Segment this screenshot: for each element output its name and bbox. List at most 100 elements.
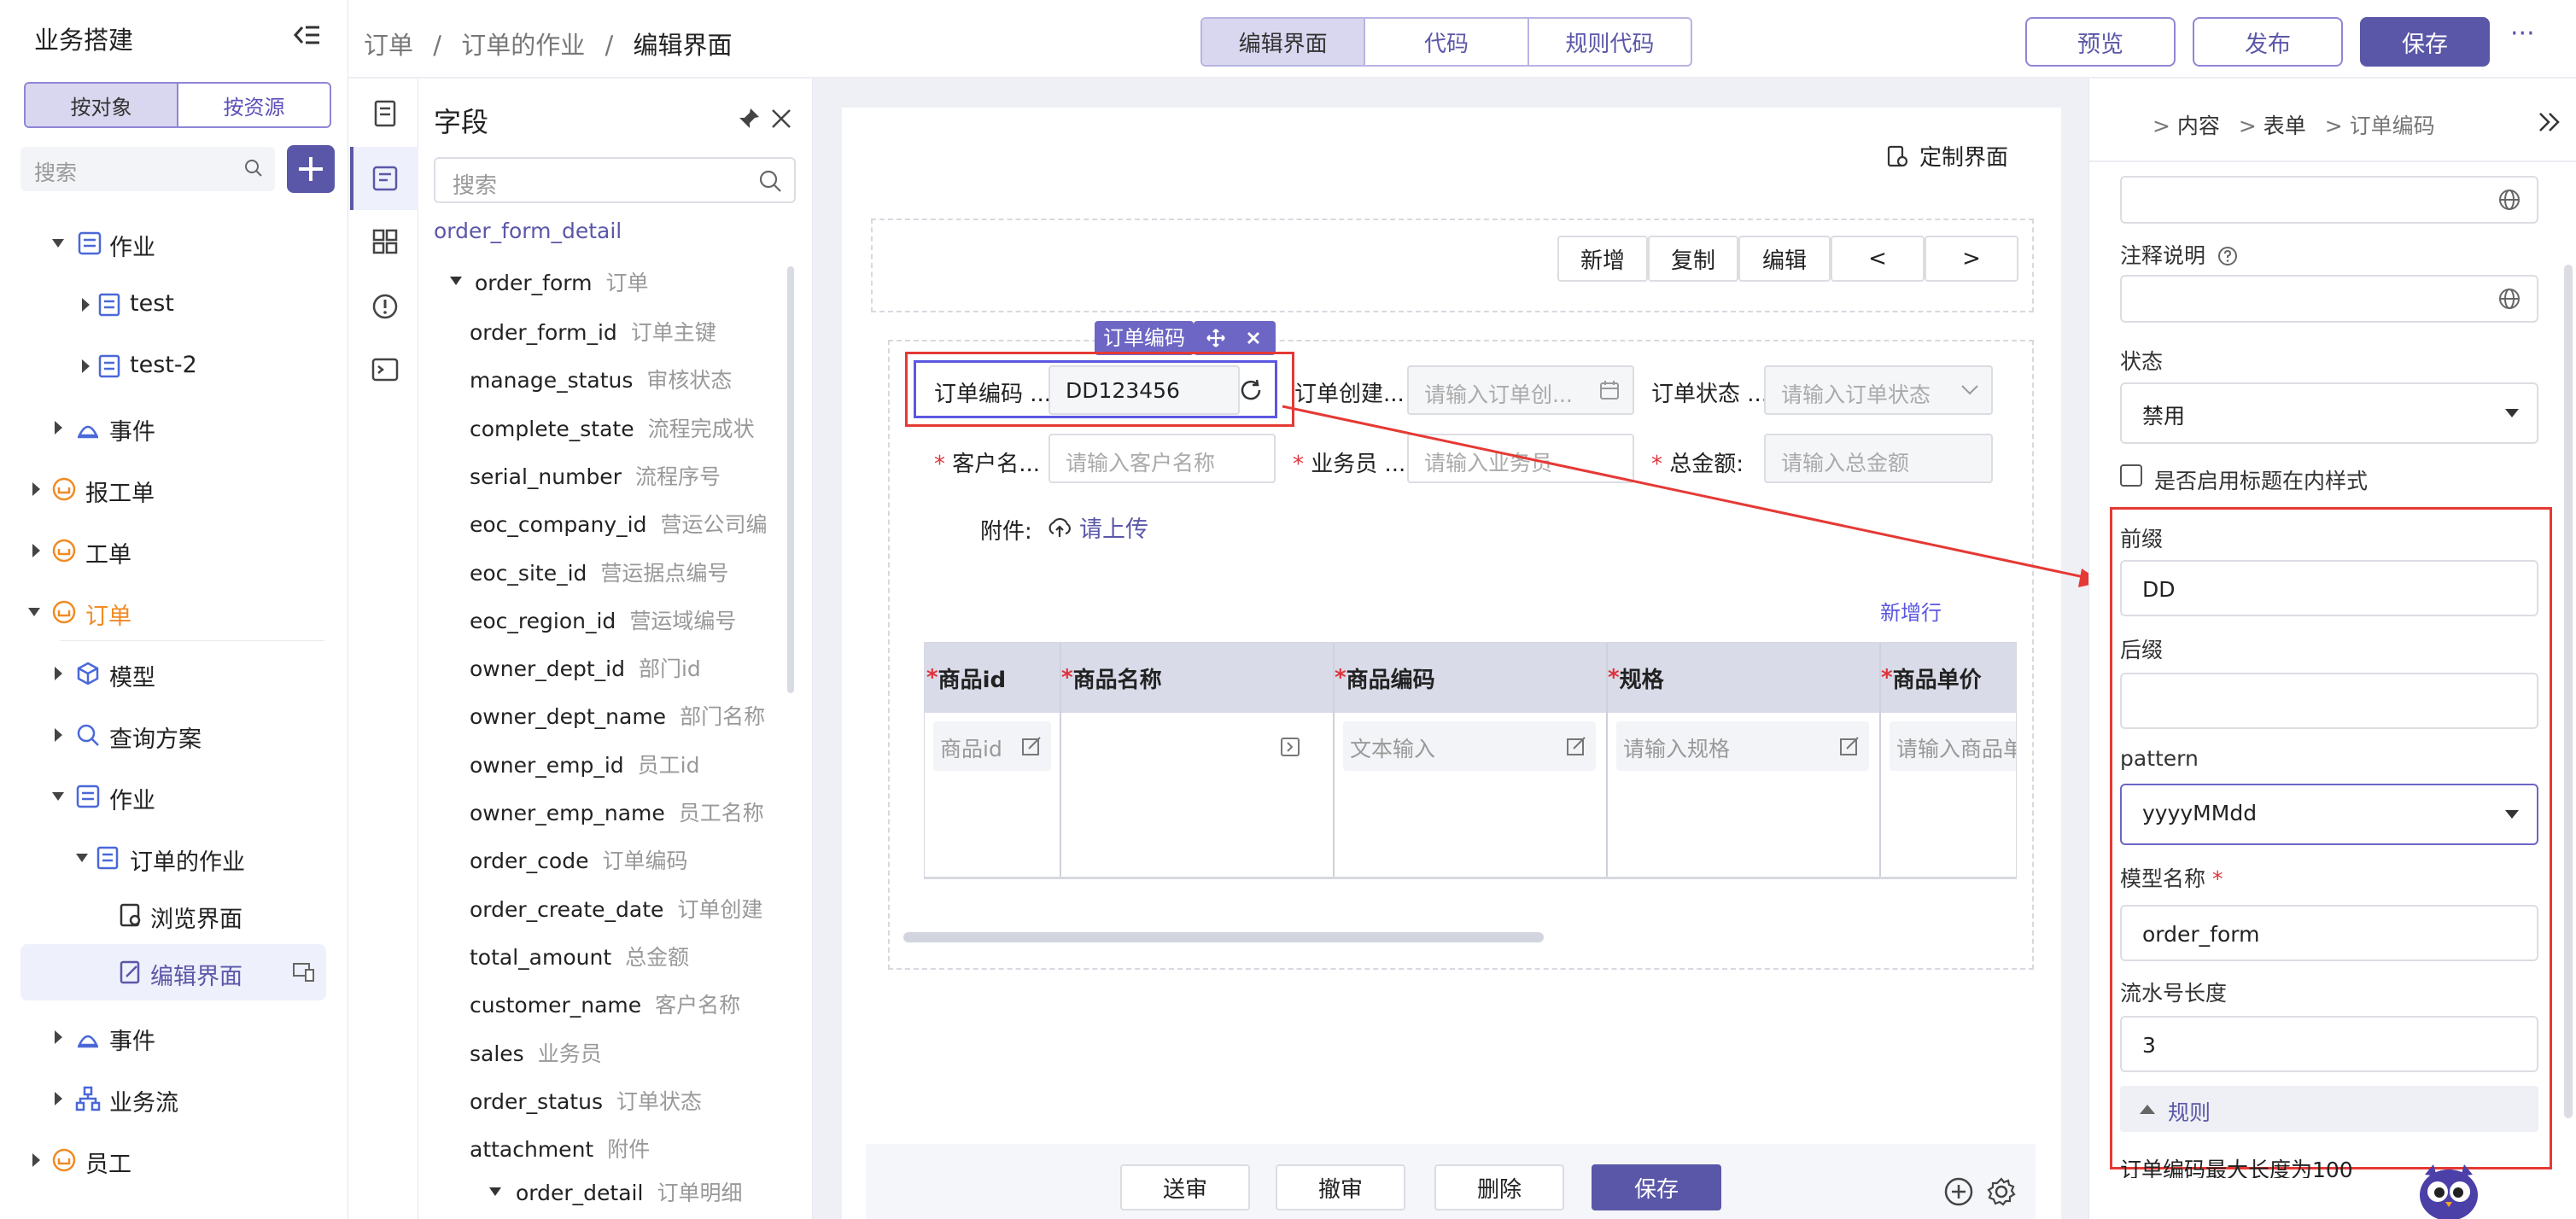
model-name-input[interactable]: order_form [2120, 905, 2538, 961]
help-icon[interactable] [2217, 246, 2238, 266]
tab-code[interactable]: 代码 [1364, 19, 1527, 65]
save-button[interactable]: 保存 [2360, 17, 2490, 67]
field-item[interactable]: order_code 订单编码 [470, 844, 687, 875]
tab-edit-ui[interactable]: 编辑界面 [1202, 19, 1364, 65]
tree-item-edit-page[interactable]: 编辑界面 [20, 944, 326, 1000]
info-icon[interactable] [369, 290, 401, 323]
fields-scrollbar[interactable] [787, 266, 794, 693]
title-i18n-input[interactable] [2120, 176, 2538, 224]
breadcrumb-item[interactable]: 订单的作业 [461, 31, 585, 60]
next-button[interactable]: > [1925, 236, 2018, 282]
move-icon[interactable] [1206, 328, 1226, 348]
tree-item-model[interactable]: 模型 [0, 645, 348, 702]
field-item[interactable]: total_amount 总金额 [470, 941, 689, 971]
tree-item-order-job[interactable]: 订单的作业 [0, 830, 348, 886]
outline-icon[interactable] [369, 97, 401, 130]
caret-down-icon[interactable] [488, 1186, 502, 1198]
field-item[interactable]: order_create_date 订单创建 [470, 893, 762, 924]
edit-icon[interactable] [1565, 735, 1587, 757]
settings-icon[interactable] [1986, 1176, 2017, 1207]
panel-scrollbar[interactable] [2564, 265, 2573, 1118]
pin-icon[interactable] [736, 106, 762, 131]
field-item[interactable]: serial_number 流程序号 [470, 460, 721, 491]
field-item[interactable]: complete_state 流程完成状 [470, 412, 755, 443]
by-resource-tab[interactable]: 按资源 [177, 84, 330, 126]
field-item[interactable]: order_status 订单状态 [470, 1085, 702, 1116]
field-item[interactable]: customer_name 客户名称 [470, 989, 740, 1019]
collapse-sidebar-icon[interactable] [292, 22, 321, 48]
field-item[interactable]: owner_emp_name 员工名称 [470, 796, 764, 827]
edit-icon[interactable] [1838, 735, 1860, 757]
add-button[interactable] [287, 145, 335, 193]
field-item[interactable]: manage_status 审核状态 [470, 364, 732, 394]
refresh-icon[interactable] [1238, 377, 1264, 403]
delete-button[interactable]: 删除 [1434, 1164, 1564, 1210]
tree-item-event[interactable]: 事件 [0, 1009, 348, 1065]
field-item[interactable]: eoc_company_id 营运公司编 [470, 508, 767, 539]
tree-item-work-order[interactable]: 工单 [0, 522, 348, 579]
tab-rule-code[interactable]: 规则代码 [1527, 19, 1691, 65]
field-item[interactable]: order_form_id 订单主键 [470, 316, 716, 347]
table-scrollbar[interactable] [903, 932, 1544, 942]
delete-field-icon[interactable] [1245, 330, 1262, 347]
form-save-button[interactable]: 保存 [1592, 1164, 1721, 1210]
table-cell-input[interactable]: 请输入商品单 [1890, 721, 2016, 771]
order-code-input[interactable]: DD123456 [1049, 365, 1240, 415]
caret-down-icon[interactable] [449, 275, 463, 287]
assistant-mascot-icon[interactable] [2413, 1158, 2485, 1219]
upload-button[interactable]: 请上传 [1047, 510, 1148, 544]
field-item[interactable]: eoc_site_id 营运据点编号 [470, 557, 728, 587]
globe-icon[interactable] [2497, 188, 2521, 212]
edit-icon[interactable] [1020, 735, 1043, 757]
edit-button[interactable]: 编辑 [1738, 236, 1831, 282]
note-input[interactable] [2120, 275, 2538, 323]
add-circle-icon[interactable] [1943, 1176, 1974, 1207]
terminal-icon[interactable] [369, 353, 401, 386]
device-icon[interactable] [292, 961, 316, 983]
field-item[interactable]: owner_emp_id 员工id [470, 749, 700, 779]
suffix-input[interactable] [2120, 673, 2538, 729]
tree-item-employee[interactable]: 员工 [0, 1132, 348, 1188]
sidebar-search-input[interactable]: 搜索 [20, 147, 275, 191]
copy-button[interactable]: 复制 [1648, 236, 1738, 282]
more-menu-icon[interactable]: ··· [2510, 19, 2535, 49]
publish-button[interactable]: 发布 [2193, 17, 2343, 67]
table-cell-input[interactable]: 文本输入 [1343, 721, 1596, 771]
title-inside-checkbox[interactable] [2120, 464, 2142, 487]
fields-search-input[interactable]: 搜索 [434, 157, 796, 203]
table-cell-input[interactable]: 请输入规格 [1616, 721, 1869, 771]
close-icon[interactable] [770, 108, 792, 130]
tree-item-order[interactable]: 订单 [0, 584, 348, 640]
field-item[interactable]: eoc_region_id 营运域编号 [470, 604, 736, 635]
field-item[interactable]: sales 业务员 [470, 1037, 602, 1068]
globe-icon[interactable] [2497, 287, 2521, 311]
rules-section-header[interactable]: 规则 [2120, 1086, 2538, 1132]
by-object-tab[interactable]: 按对象 [26, 84, 177, 126]
prefix-input[interactable]: DD [2120, 560, 2538, 616]
breadcrumb-item[interactable]: 订单 [364, 31, 413, 60]
field-item[interactable]: attachment 附件 [470, 1133, 650, 1164]
add-button[interactable]: 新增 [1557, 236, 1648, 282]
field-group[interactable]: order_form 订单 [475, 266, 648, 297]
tree-item-test-2[interactable]: test-2 [0, 338, 348, 394]
tree-item-browse-page[interactable]: 浏览界面 [0, 887, 348, 943]
open-icon[interactable] [1280, 737, 1300, 757]
prev-button[interactable]: < [1831, 236, 1925, 282]
withdraw-review-button[interactable]: 撤审 [1276, 1164, 1405, 1210]
tree-item-event[interactable]: 事件 [0, 400, 348, 456]
state-select[interactable]: 禁用 [2120, 382, 2538, 444]
field-item[interactable]: owner_dept_id 部门id [470, 652, 701, 683]
preview-button[interactable]: 预览 [2025, 17, 2176, 67]
field-root[interactable]: order_form_detail [434, 219, 622, 243]
field-item[interactable]: owner_dept_name 部门名称 [470, 700, 765, 731]
tree-item-business-flow[interactable]: 业务流 [0, 1070, 348, 1127]
submit-review-button[interactable]: 送审 [1120, 1164, 1250, 1210]
tree-item-work-report[interactable]: 报工单 [0, 461, 348, 517]
tree-item-job[interactable]: 作业 [0, 215, 348, 271]
expand-panel-icon[interactable] [2537, 111, 2562, 133]
custom-ui-link[interactable]: 定制界面 [1885, 140, 2008, 172]
components-icon[interactable] [369, 225, 401, 258]
tree-item-query-plan[interactable]: 查询方案 [0, 707, 348, 763]
customer-input[interactable]: 请输入客户名称 [1049, 434, 1276, 483]
tree-item-job[interactable]: 作业 [0, 768, 348, 825]
